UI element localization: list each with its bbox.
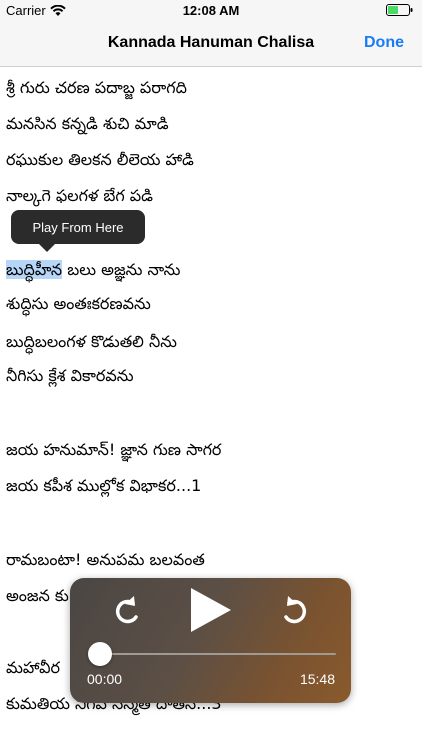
play-from-here-button[interactable]: Play From Here (11, 210, 145, 244)
status-bar: Carrier 12:08 AM (0, 0, 422, 22)
lyric-line: నీగిసు క్లేశ వికారవను (6, 366, 134, 385)
lyric-line: శ్రీ గురు చరణ పదాబ్జ పరాగది (6, 78, 187, 97)
lyric-line: జయ కపీశ ముల్లోక విభాకర...1 (6, 476, 202, 495)
lyric-line: మనసిన కన్నడి శుచి మాడి (6, 114, 169, 133)
lyric-line: మహావీర (6, 658, 61, 677)
navigation-bar: Kannada Hanuman Chalisa Done (0, 22, 422, 67)
lyric-line: జయ హనుమాన్! జ్ఞాన గుణ సాగర (6, 440, 222, 459)
play-icon[interactable] (185, 585, 235, 635)
rewind-icon[interactable] (108, 590, 148, 630)
tooltip-arrow (39, 244, 55, 252)
progress-knob[interactable] (88, 642, 112, 666)
status-time: 12:08 AM (182, 3, 240, 18)
elapsed-time: 00:00 (87, 671, 123, 687)
lyric-line: నాల్కగె ఫలగళ బేగ పడి (6, 186, 154, 205)
page-title: Kannada Hanuman Chalisa (107, 34, 315, 51)
lyric-line: అంజన కు (6, 586, 69, 605)
lyric-line-rest: బలు అజ్ఞను నాను (62, 260, 181, 279)
battery-icon (386, 4, 413, 16)
battery-group (386, 4, 414, 16)
selected-word[interactable]: బుద్ధిహీన (6, 260, 63, 279)
audio-player: 00:00 15:48 (70, 578, 351, 703)
lyric-line: బుద్ధిబలంగళ కొడుతలి నీను (6, 332, 177, 351)
done-button[interactable]: Done (364, 34, 404, 52)
progress-track[interactable] (100, 653, 336, 655)
forward-icon[interactable] (274, 590, 314, 630)
lyric-line: శుద్ధిసు అంతఃకరణవను (6, 294, 151, 313)
total-time: 15:48 (299, 671, 335, 687)
play-from-here-label: Play From Here (32, 219, 124, 235)
lyric-line: రామబంటా! అనుపమ బలవంత (6, 550, 205, 569)
lyric-line: రఘుకుల తిలకన లీలెయ హాడి (6, 150, 194, 169)
lyric-line-selected: బుద్ధిహీన బలు అజ్ఞను నాను (6, 258, 180, 282)
